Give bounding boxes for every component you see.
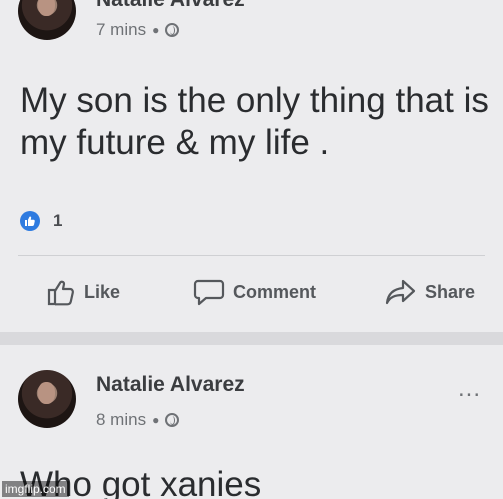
separator-dot: ● xyxy=(152,413,160,427)
thumbs-up-icon xyxy=(47,280,74,306)
comment-label: Comment xyxy=(233,281,317,302)
share-icon xyxy=(385,279,416,305)
reaction-count: 1 xyxy=(53,211,63,230)
comment-button[interactable]: Comment xyxy=(193,278,316,306)
like-reaction-icon xyxy=(20,211,40,231)
avatar[interactable] xyxy=(18,0,76,40)
divider-line xyxy=(18,255,485,256)
author-name[interactable]: Natalie Alvarez xyxy=(96,373,245,397)
post-meta: 7 mins ● xyxy=(96,20,180,40)
action-bar: Like Comment Share xyxy=(0,278,503,314)
like-button[interactable]: Like xyxy=(46,278,120,306)
more-options-icon[interactable]: ... xyxy=(458,375,481,403)
post-2: Natalie Alvarez ... 8 mins ● Who got xan… xyxy=(0,345,503,499)
reaction-summary[interactable]: 1 xyxy=(20,211,62,231)
comment-icon xyxy=(193,279,225,306)
globe-icon xyxy=(165,413,180,427)
like-label: Like xyxy=(84,281,121,302)
avatar[interactable] xyxy=(18,370,76,428)
post-text: My son is the only thing that is my futu… xyxy=(20,81,489,162)
separator-dot: ● xyxy=(152,23,160,37)
post-time[interactable]: 7 mins xyxy=(96,20,146,40)
globe-icon xyxy=(165,23,180,37)
post-1: Natalie Alvarez 7 mins ● My son is the o… xyxy=(0,0,503,332)
post-meta: 8 mins ● xyxy=(96,410,180,430)
post-time[interactable]: 8 mins xyxy=(96,410,146,430)
share-label: Share xyxy=(425,281,476,302)
feed-gap xyxy=(0,332,503,345)
watermark: imgflip.com xyxy=(2,481,69,497)
share-button[interactable]: Share xyxy=(385,278,475,306)
author-name[interactable]: Natalie Alvarez xyxy=(96,0,245,12)
